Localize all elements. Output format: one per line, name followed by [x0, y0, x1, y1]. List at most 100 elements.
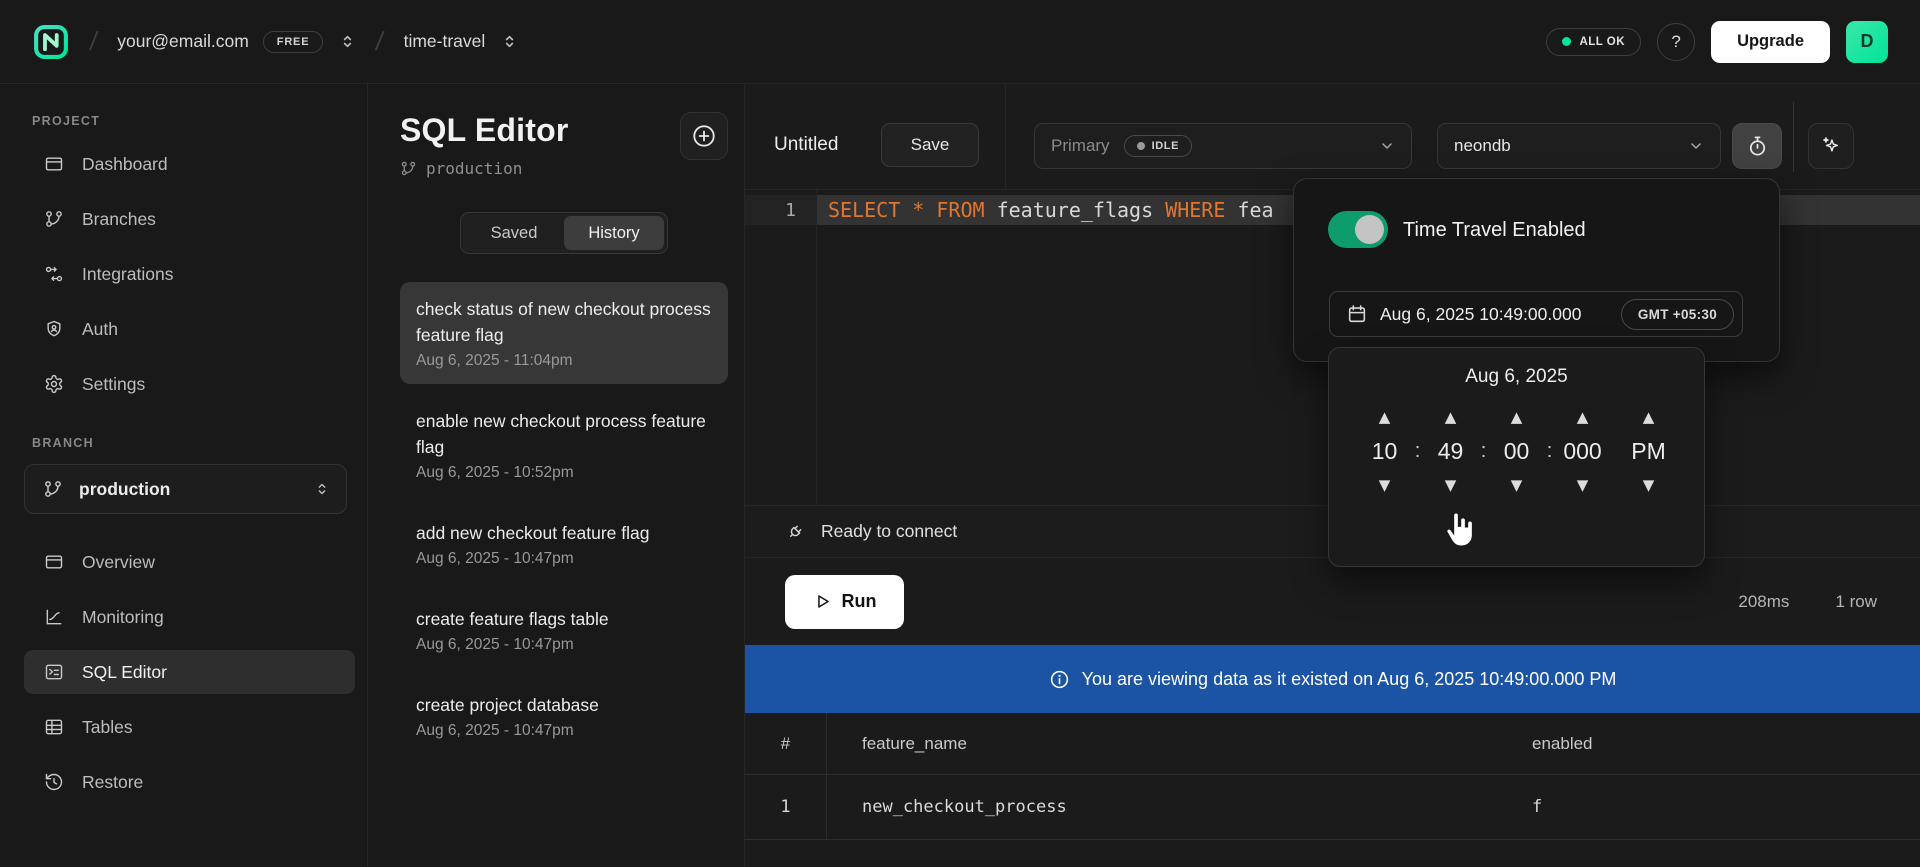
- sidebar-item-settings[interactable]: Settings: [24, 362, 355, 406]
- history-item[interactable]: add new checkout feature flag Aug 6, 202…: [400, 506, 728, 582]
- results-table-header: # feature_name enabled: [745, 713, 1920, 775]
- hours-increment-button[interactable]: ▲: [1377, 408, 1393, 427]
- time-travel-toggle-label: Time Travel Enabled: [1403, 219, 1586, 242]
- sidebar-item-restore[interactable]: Restore: [24, 760, 355, 804]
- minutes-value: 49: [1438, 438, 1464, 465]
- sidebar-item-integrations[interactable]: Integrations: [24, 252, 355, 296]
- sql-token: feature_flags: [985, 198, 1166, 222]
- restore-clock-icon: [44, 772, 64, 792]
- milliseconds-increment-button[interactable]: ▲: [1575, 408, 1591, 427]
- branch-icon: [44, 209, 64, 229]
- meridiem-column: ▲ PM ▼: [1621, 408, 1677, 495]
- upgrade-button[interactable]: Upgrade: [1711, 21, 1830, 63]
- history-item[interactable]: create feature flags table Aug 6, 2025 -…: [400, 592, 728, 668]
- integrations-icon: [44, 264, 64, 284]
- history-item-date: Aug 6, 2025 - 10:47pm: [416, 722, 712, 740]
- seconds-column: ▲ 00 ▼: [1489, 408, 1545, 495]
- hours-decrement-button[interactable]: ▼: [1377, 476, 1393, 495]
- banner-text: You are viewing data as it existed on Au…: [1082, 669, 1617, 690]
- compute-selector[interactable]: Primary IDLE: [1034, 123, 1412, 169]
- account-email[interactable]: your@email.com: [117, 31, 249, 52]
- avatar[interactable]: D: [1846, 21, 1888, 63]
- toolbar-divider: [1793, 102, 1794, 172]
- minutes-decrement-button[interactable]: ▼: [1443, 476, 1459, 495]
- meridiem-increment-button[interactable]: ▲: [1641, 408, 1657, 427]
- compute-name: Primary: [1051, 136, 1110, 156]
- sidebar-item-monitoring[interactable]: Monitoring: [24, 595, 355, 639]
- gear-icon: [44, 374, 64, 394]
- sidebar-item-sql-editor[interactable]: SQL Editor: [24, 650, 355, 694]
- line-number: 1: [745, 195, 816, 225]
- breadcrumb-separator: /: [88, 26, 100, 57]
- branch-selector-value: production: [79, 479, 170, 500]
- history-item-title: check status of new checkout process fea…: [416, 296, 712, 348]
- timezone-badge: GMT +05:30: [1621, 299, 1734, 330]
- time-separator: :: [1545, 440, 1555, 463]
- status-label: ALL OK: [1579, 36, 1625, 48]
- feature-name-cell: new_checkout_process: [862, 775, 1067, 839]
- sql-token: [924, 198, 936, 222]
- sql-token: SELECT: [828, 198, 900, 222]
- tab-history[interactable]: History: [564, 216, 664, 250]
- sidebar-item-auth[interactable]: Auth: [24, 307, 355, 351]
- branch-section-label: BRANCH: [24, 436, 355, 450]
- column-header-enabled: enabled: [1532, 713, 1593, 774]
- save-button[interactable]: Save: [881, 123, 979, 167]
- history-item-date: Aug 6, 2025 - 10:47pm: [416, 550, 712, 568]
- project-name[interactable]: time-travel: [404, 31, 486, 52]
- minutes-increment-button[interactable]: ▲: [1443, 408, 1459, 427]
- new-query-button[interactable]: [680, 112, 728, 160]
- sql-token: fea: [1225, 198, 1273, 222]
- time-travel-toggle[interactable]: [1328, 211, 1388, 248]
- sidebar-item-label: Dashboard: [82, 154, 168, 175]
- query-tab-title[interactable]: Untitled: [774, 123, 838, 167]
- datetime-input[interactable]: Aug 6, 2025 10:49:00.000 GMT +05:30: [1329, 291, 1743, 337]
- info-icon: [1049, 669, 1070, 690]
- calendar-icon: [1346, 303, 1368, 325]
- sidebar-item-dashboard[interactable]: Dashboard: [24, 142, 355, 186]
- sql-editor-icon: [44, 662, 64, 682]
- editor-toolbar: Untitled Save Primary IDLE neondb: [745, 84, 1920, 190]
- overview-icon: [44, 552, 64, 572]
- account-switcher-chevron-icon[interactable]: [339, 33, 356, 50]
- panel-branch-label: production: [426, 159, 522, 178]
- branch-icon: [400, 160, 417, 177]
- saved-history-tabs: Saved History: [460, 212, 668, 254]
- status-badge[interactable]: ALL OK: [1546, 28, 1641, 56]
- time-separator: :: [1413, 440, 1423, 463]
- stopwatch-icon: [1746, 135, 1769, 158]
- project-switcher-chevron-icon[interactable]: [501, 33, 518, 50]
- history-item[interactable]: check status of new checkout process fea…: [400, 282, 728, 384]
- run-label: Run: [842, 591, 877, 612]
- sidebar-item-label: SQL Editor: [82, 662, 167, 683]
- chart-icon: [44, 607, 64, 627]
- help-button[interactable]: ?: [1657, 23, 1695, 61]
- seconds-increment-button[interactable]: ▲: [1509, 408, 1525, 427]
- branch-selector[interactable]: production: [24, 464, 347, 514]
- compute-status-badge: IDLE: [1124, 135, 1192, 157]
- history-item-title: add new checkout feature flag: [416, 520, 712, 546]
- plus-circle-icon: [691, 123, 717, 149]
- tab-saved[interactable]: Saved: [464, 216, 564, 250]
- run-button[interactable]: Run: [785, 575, 904, 629]
- meridiem-decrement-button[interactable]: ▼: [1641, 476, 1657, 495]
- connection-status-text: Ready to connect: [821, 521, 957, 542]
- sidebar-item-tables[interactable]: Tables: [24, 705, 355, 749]
- sidebar-item-label: Settings: [82, 374, 145, 395]
- seconds-decrement-button[interactable]: ▼: [1509, 476, 1525, 495]
- table-icon: [44, 717, 64, 737]
- table-row[interactable]: 1 new_checkout_process f: [745, 775, 1920, 840]
- database-selector[interactable]: neondb: [1437, 123, 1721, 169]
- neon-logo-icon[interactable]: [32, 23, 70, 61]
- history-list: check status of new checkout process fea…: [400, 282, 728, 754]
- toolbar-divider: [1005, 84, 1006, 189]
- ai-assist-button[interactable]: [1808, 123, 1854, 169]
- sidebar-item-overview[interactable]: Overview: [24, 540, 355, 584]
- sidebar-item-branches[interactable]: Branches: [24, 197, 355, 241]
- history-item[interactable]: create project database Aug 6, 2025 - 10…: [400, 678, 728, 754]
- meridiem-value: PM: [1631, 438, 1666, 465]
- history-item[interactable]: enable new checkout process feature flag…: [400, 394, 728, 496]
- plan-badge: FREE: [263, 31, 324, 53]
- milliseconds-decrement-button[interactable]: ▼: [1575, 476, 1591, 495]
- time-travel-button[interactable]: [1732, 123, 1782, 169]
